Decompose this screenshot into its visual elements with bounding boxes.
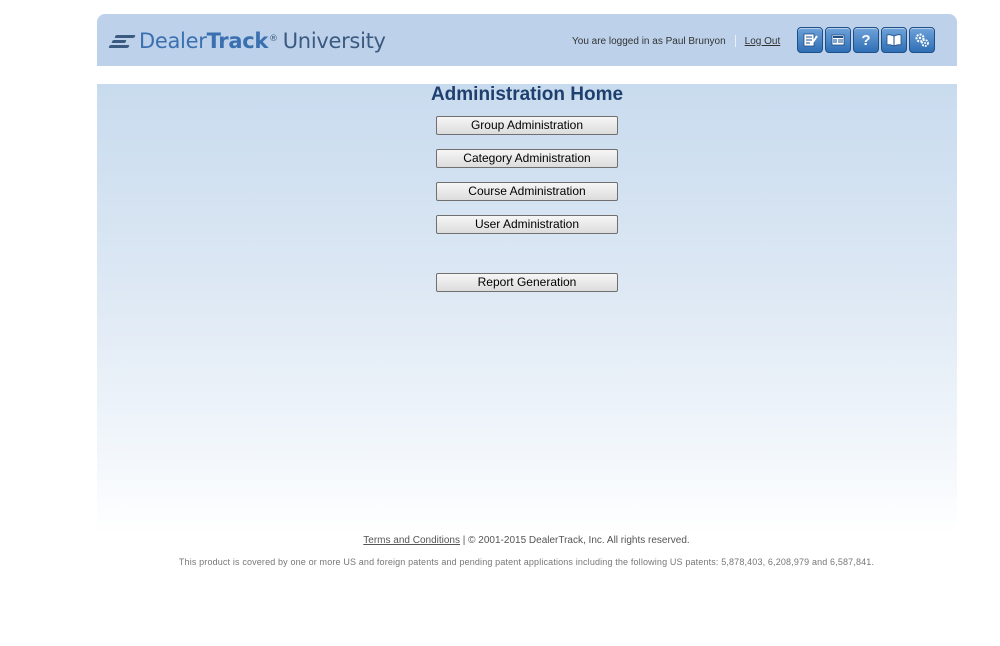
- terms-link[interactable]: Terms and Conditions: [363, 535, 460, 546]
- footer-copyright-line: Terms and Conditions | © 2001-2015 Deale…: [0, 535, 1000, 546]
- copyright-text: | © 2001-2015 DealerTrack, Inc. All righ…: [462, 535, 690, 546]
- user-administration-button[interactable]: User Administration: [436, 215, 618, 234]
- logo-text: DealerTrack® University: [139, 29, 386, 53]
- toolbar: ?: [797, 27, 935, 53]
- logo-registered: ®: [269, 34, 278, 44]
- help-icon[interactable]: ?: [853, 27, 879, 53]
- page-title: Administration Home: [430, 84, 624, 105]
- logo-track: Track: [206, 29, 269, 53]
- header-bar: DealerTrack® University You are logged in…: [97, 14, 957, 66]
- logo-mark-icon: [108, 33, 136, 49]
- help-glyph: ?: [861, 31, 871, 49]
- logout-link[interactable]: Log Out: [745, 36, 781, 47]
- report-generation-button[interactable]: Report Generation: [436, 273, 618, 292]
- course-administration-button[interactable]: Course Administration: [436, 182, 618, 201]
- dealertrack-logo: DealerTrack® University: [108, 28, 386, 54]
- group-administration-button[interactable]: Group Administration: [436, 116, 618, 135]
- settings-icon[interactable]: [909, 27, 935, 53]
- edit-icon[interactable]: [797, 27, 823, 53]
- main-content: Administration Home Group Administration…: [97, 84, 957, 534]
- logged-in-text: You are logged in as Paul Brunyon: [572, 35, 726, 47]
- logo-dealer: Dealer: [139, 29, 207, 53]
- book-icon[interactable]: [881, 27, 907, 53]
- patents-notice: This product is covered by one or more U…: [178, 557, 875, 567]
- logo-university: University: [282, 29, 386, 53]
- login-status: You are logged in as Paul Brunyon Log Ou…: [572, 35, 780, 47]
- divider: [734, 35, 736, 47]
- catalog-icon[interactable]: [825, 27, 851, 53]
- category-administration-button[interactable]: Category Administration: [436, 149, 618, 168]
